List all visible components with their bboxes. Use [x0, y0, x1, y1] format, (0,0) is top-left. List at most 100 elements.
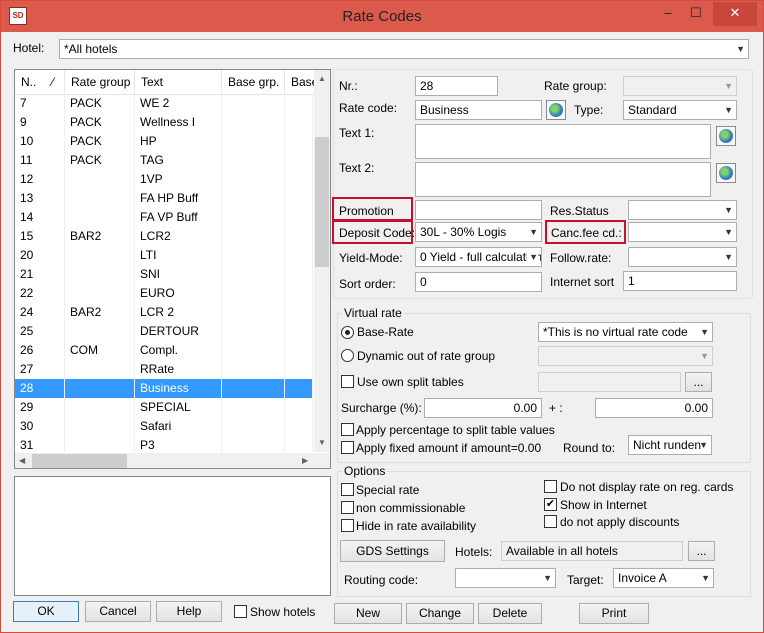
table-row[interactable]: 25 DERTOUR	[15, 322, 313, 341]
rate-code-field[interactable]: Business	[415, 100, 542, 120]
table-row[interactable]: 21 SNI	[15, 265, 313, 284]
table-cell	[65, 322, 135, 341]
table-row[interactable]: 26 COM Compl.	[15, 341, 313, 360]
maximize-button[interactable]: ☐	[683, 2, 709, 26]
dynamic-select[interactable]: ▼	[538, 346, 713, 366]
res-status-select[interactable]: ▼	[628, 200, 737, 220]
print-button[interactable]: Print	[579, 603, 649, 624]
rate-group-select[interactable]: ▼	[623, 76, 737, 96]
no-discounts-checkbox[interactable]	[544, 515, 557, 528]
scroll-up-icon[interactable]: ▲	[318, 74, 326, 83]
round-to-select[interactable]: Nicht runden ▼	[628, 435, 712, 455]
column-header-text[interactable]: Text	[135, 70, 222, 94]
scroll-down-icon[interactable]: ▼	[318, 438, 326, 447]
rate-group-label: Rate group:	[544, 79, 607, 93]
routing-code-select[interactable]: ▼	[455, 568, 556, 588]
target-label: Target:	[567, 573, 604, 587]
non-commissionable-checkbox[interactable]	[341, 501, 354, 514]
table-cell: LTI	[135, 246, 222, 265]
promotion-field[interactable]	[415, 200, 542, 220]
table-row[interactable]: 28 Business	[15, 379, 313, 398]
special-rate-checkbox[interactable]	[341, 483, 354, 496]
cancel-button[interactable]: Cancel	[85, 601, 151, 622]
horizontal-scroll-thumb[interactable]	[32, 454, 127, 468]
canc-fee-select[interactable]: ▼	[628, 222, 737, 242]
globe-icon[interactable]	[716, 126, 736, 146]
chevron-down-icon: ▼	[736, 44, 745, 54]
table-row[interactable]: 7 PACK WE 2	[15, 94, 313, 113]
scroll-left-icon[interactable]: ◀	[19, 456, 25, 465]
hotels-browse-button[interactable]: ...	[688, 541, 715, 561]
text2-field[interactable]	[415, 162, 711, 197]
change-button[interactable]: Change	[406, 603, 474, 624]
apply-fixed-checkbox[interactable]	[341, 441, 354, 454]
column-header-base-grp[interactable]: Base grp.	[222, 70, 285, 94]
table-cell: FA VP Buff	[135, 208, 222, 227]
not-display-reg-checkbox[interactable]	[544, 480, 557, 493]
follow-rate-select[interactable]: ▼	[628, 247, 737, 267]
delete-button[interactable]: Delete	[478, 603, 542, 624]
table-row[interactable]: 14 FA VP Buff	[15, 208, 313, 227]
show-hotels-checkbox[interactable]	[234, 605, 247, 618]
column-header-base[interactable]: Base	[285, 70, 315, 94]
globe-icon[interactable]	[716, 163, 736, 183]
table-row[interactable]: 10 PACK HP	[15, 132, 313, 151]
horizontal-scrollbar[interactable]: ◀ ▶	[15, 453, 314, 468]
show-internet-checkbox[interactable]: ✔	[544, 498, 557, 511]
yield-mode-select[interactable]: 0 Yield - full calculation ▼	[415, 247, 542, 267]
table-row[interactable]: 11 PACK TAG	[15, 151, 313, 170]
vertical-scroll-thumb[interactable]	[315, 137, 329, 267]
internet-sort-field[interactable]: 1	[623, 271, 737, 291]
nr-label: Nr.:	[339, 79, 358, 93]
gds-settings-button[interactable]: GDS Settings	[340, 540, 445, 562]
target-select[interactable]: Invoice A ▼	[613, 568, 714, 588]
rate-notes-area[interactable]	[14, 476, 331, 596]
hotels-field[interactable]: Available in all hotels	[501, 541, 683, 561]
table-row[interactable]: 22 EURO	[15, 284, 313, 303]
surcharge-field[interactable]: 0.00	[424, 398, 542, 418]
base-rate-radio[interactable]	[341, 326, 354, 339]
table-cell	[222, 322, 285, 341]
sort-order-field[interactable]: 0	[415, 272, 542, 292]
hide-availability-label: Hide in rate availability	[356, 519, 477, 533]
vertical-scrollbar[interactable]: ▲ ▼	[314, 70, 330, 452]
new-button[interactable]: New	[334, 603, 402, 624]
dynamic-label: Dynamic out of rate group	[357, 349, 496, 363]
help-button[interactable]: Help	[156, 601, 222, 622]
virtual-rate-select[interactable]: *This is no virtual rate code ▼	[538, 322, 713, 342]
ok-button[interactable]: OK	[13, 601, 79, 622]
column-header-rate-group[interactable]: Rate group	[65, 70, 135, 94]
scroll-right-icon[interactable]: ▶	[302, 456, 308, 465]
rate-code-list[interactable]: N.. ⁄ Rate group Text Base grp. Base 7PA…	[14, 69, 331, 469]
table-row[interactable]: 30 Safari	[15, 417, 313, 436]
minimize-button[interactable]: –	[655, 2, 681, 26]
close-button[interactable]: ✕	[713, 2, 757, 26]
table-row[interactable]: 12 1VP	[15, 170, 313, 189]
table-row[interactable]: 24 BAR2 LCR 2	[15, 303, 313, 322]
dynamic-radio[interactable]	[341, 349, 354, 362]
use-split-checkbox[interactable]	[341, 375, 354, 388]
table-row[interactable]: 27 RRate	[15, 360, 313, 379]
table-cell	[222, 94, 285, 113]
column-header-nr[interactable]: N.. ⁄	[15, 70, 65, 94]
nr-field[interactable]: 28	[415, 76, 498, 96]
text1-field[interactable]	[415, 124, 711, 159]
split-table-field[interactable]	[538, 372, 681, 392]
deposit-code-select[interactable]: 30L - 30% Logis ▼	[415, 222, 542, 242]
scroll-corner	[314, 453, 330, 468]
table-cell	[222, 227, 285, 246]
plus-amount-field[interactable]: 0.00	[595, 398, 713, 418]
table-row[interactable]: 13 FA HP Buff	[15, 189, 313, 208]
table-row[interactable]: 20 LTI	[15, 246, 313, 265]
type-select[interactable]: Standard ▼	[623, 100, 737, 120]
table-row[interactable]: 9 PACK Wellness I	[15, 113, 313, 132]
split-browse-button[interactable]: ...	[685, 372, 712, 392]
globe-icon[interactable]	[546, 100, 566, 120]
table-cell	[285, 170, 313, 189]
apply-percentage-checkbox[interactable]	[341, 423, 354, 436]
hotel-select[interactable]: *All hotels ▼	[59, 39, 749, 59]
table-row[interactable]: 15 BAR2 LCR2	[15, 227, 313, 246]
table-cell: EURO	[135, 284, 222, 303]
hide-availability-checkbox[interactable]	[341, 519, 354, 532]
table-row[interactable]: 29 SPECIAL	[15, 398, 313, 417]
